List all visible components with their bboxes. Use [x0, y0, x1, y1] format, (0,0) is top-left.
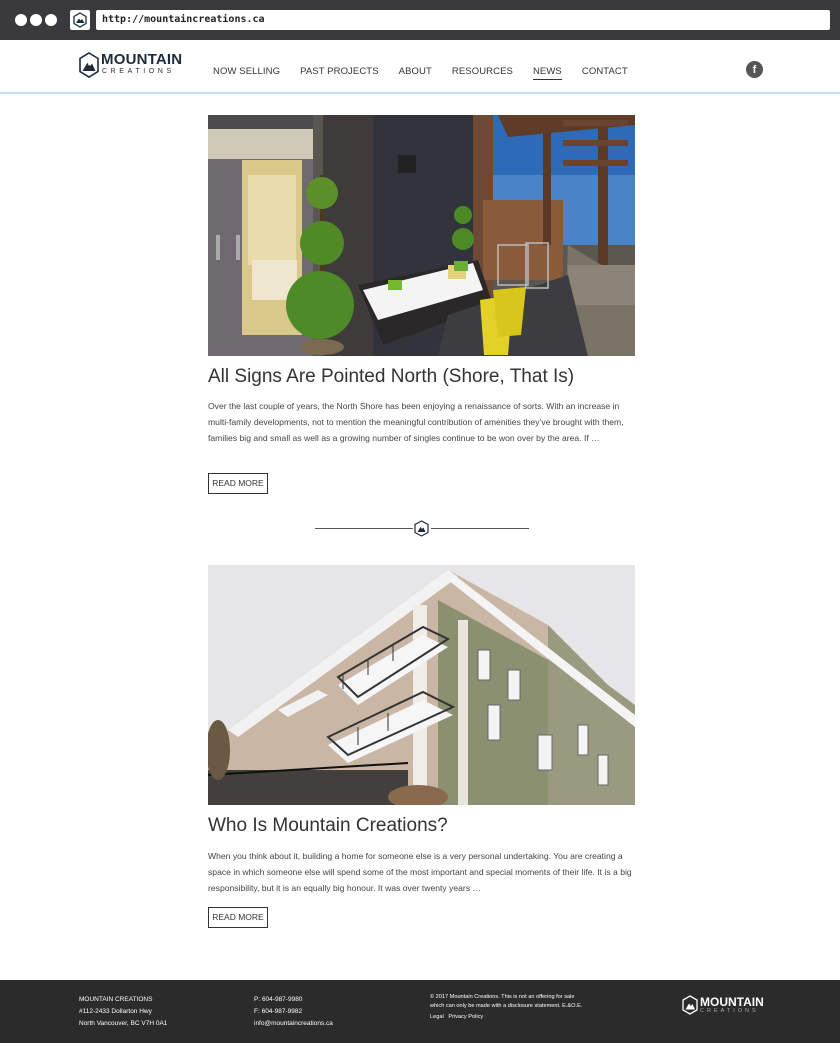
footer-company: MOUNTAIN CREATIONS	[79, 996, 153, 1003]
footer-privacy-link[interactable]: Privacy Policy	[448, 1014, 483, 1020]
footer-address: MOUNTAIN CREATIONS #112-2433 Dollarton H…	[79, 994, 167, 1030]
site-logo[interactable]: MOUNTAIN CREATIONS	[79, 51, 189, 80]
footer-logo-title[interactable]: MOUNTAIN	[700, 995, 764, 1009]
footer-contact: P: 604-987-9980 F: 604-987-9982 info@mou…	[254, 994, 333, 1030]
logo-title: MOUNTAIN	[101, 51, 183, 68]
footer-legal-link[interactable]: Legal	[430, 1014, 444, 1020]
facebook-icon[interactable]: f	[746, 61, 763, 78]
nav-item-contact[interactable]: CONTACT	[582, 66, 628, 80]
post-image-building[interactable]	[208, 565, 635, 806]
address-bar[interactable]: http://mountaincreations.ca	[96, 10, 830, 30]
site-footer: MOUNTAIN CREATIONS #112-2433 Dollarton H…	[0, 980, 840, 1043]
mountain-logo-icon	[79, 52, 99, 78]
nav-item-about[interactable]: ABOUT	[399, 66, 432, 80]
mountain-divider-icon	[414, 520, 429, 537]
footer-fax: F: 604-987-9982	[254, 1008, 303, 1015]
nav-item-past-projects[interactable]: PAST PROJECTS	[300, 66, 379, 80]
read-more-button[interactable]: READ MORE	[208, 907, 268, 928]
main-nav: NOW SELLING PAST PROJECTS ABOUT RESOURCE…	[213, 66, 648, 80]
footer-address-line2: North Vancouver, BC V7H 0A1	[79, 1020, 168, 1027]
window-minimize-dot[interactable]	[30, 14, 42, 26]
footer-email[interactable]: info@mountaincreations.ca	[254, 1018, 333, 1030]
footer-phone[interactable]: P: 604-987-9980	[254, 994, 333, 1006]
footer-address-line1: #112-2433 Dollarton Hwy	[79, 1008, 152, 1015]
nav-item-news[interactable]: NEWS	[532, 66, 562, 80]
post-title[interactable]: All Signs Are Pointed North (Shore, That…	[208, 366, 574, 388]
window-maximize-dot[interactable]	[45, 14, 57, 26]
site-header: MOUNTAIN CREATIONS NOW SELLING PAST PROJ…	[0, 40, 840, 94]
footer-mountain-logo-icon	[682, 995, 698, 1015]
footer-legal: © 2017 Mountain Creations. This is not a…	[430, 993, 585, 1022]
post-image-patio[interactable]	[208, 115, 635, 356]
nav-item-resources[interactable]: RESOURCES	[452, 66, 513, 80]
nav-item-now-selling[interactable]: NOW SELLING	[213, 66, 280, 80]
favicon-icon	[70, 10, 90, 30]
footer-logo-subtitle: CREATIONS	[700, 1008, 759, 1014]
post-excerpt: When you think about it, building a home…	[208, 851, 632, 894]
footer-disclaimer: © 2017 Mountain Creations. This is not a…	[430, 994, 583, 1009]
post-title[interactable]: Who Is Mountain Creations?	[208, 815, 448, 837]
divider-line-left	[315, 528, 413, 529]
browser-chrome: http://mountaincreations.ca	[0, 0, 840, 40]
read-more-button[interactable]: READ MORE	[208, 473, 268, 494]
window-close-dot[interactable]	[15, 14, 27, 26]
divider-line-right	[431, 528, 529, 529]
logo-subtitle: CREATIONS	[102, 68, 175, 75]
post-excerpt: Over the last couple of years, the North…	[208, 401, 624, 444]
